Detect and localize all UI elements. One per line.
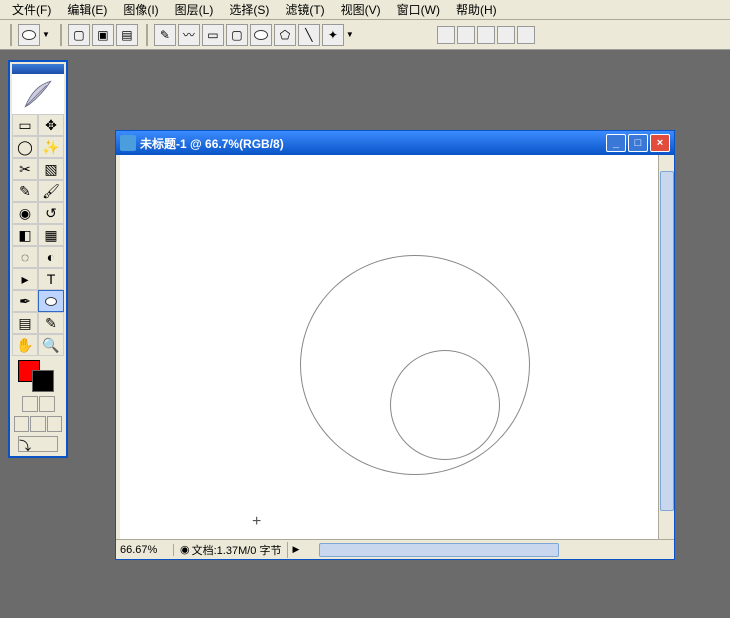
history-brush-tool[interactable]: ↺ bbox=[38, 202, 64, 224]
toolbox-logo bbox=[12, 74, 64, 114]
menu-filter[interactable]: 滤镜(T) bbox=[277, 0, 332, 20]
path-selection-tool[interactable]: ▸ bbox=[12, 268, 38, 290]
toolbox-panel: ▭ ✥ ◯ ✨ ✂ ▧ ✎ 🖌 ◉ ↺ ◧ ▦ ◌ ◐ ▸ T ✒ ▤ ✎ ✋ … bbox=[8, 60, 68, 458]
notes-tool[interactable]: ▤ bbox=[12, 312, 38, 334]
gradient-tool[interactable]: ▦ bbox=[38, 224, 64, 246]
horizontal-scrollbar[interactable] bbox=[303, 542, 674, 558]
slice-tool[interactable]: ▧ bbox=[38, 158, 64, 180]
document-titlebar[interactable]: 未标题-1 @ 66.7%(RGB/8) _ □ × bbox=[116, 131, 674, 155]
zoom-tool[interactable]: 🔍 bbox=[38, 334, 64, 356]
maximize-button[interactable]: □ bbox=[628, 134, 648, 152]
tool-grid: ▭ ✥ ◯ ✨ ✂ ▧ ✎ 🖌 ◉ ↺ ◧ ▦ ◌ ◐ ▸ T ✒ ▤ ✎ ✋ … bbox=[12, 114, 64, 356]
path-combine-modes bbox=[436, 26, 536, 44]
quick-mask-row bbox=[12, 394, 64, 414]
options-bar: ▼ ▢ ▣ ▤ ✎ 〰 ▭ ▢ ⬠ ╲ ✦ ▼ bbox=[0, 20, 730, 50]
close-button[interactable]: × bbox=[650, 134, 670, 152]
healing-brush-tool[interactable]: ✎ bbox=[12, 180, 38, 202]
clone-stamp-tool[interactable]: ◉ bbox=[12, 202, 38, 224]
document-title-text: 未标题-1 @ 66.7%(RGB/8) bbox=[140, 135, 284, 152]
current-tool-preset[interactable] bbox=[18, 24, 40, 46]
combine-add-icon[interactable] bbox=[437, 26, 455, 44]
status-bar: 66.67% ◉ 文档:1.37M/0 字节 ▶ bbox=[116, 539, 674, 559]
ellipse-icon bbox=[22, 30, 36, 40]
eyedropper-tool[interactable]: ✎ bbox=[38, 312, 64, 334]
type-tool[interactable]: T bbox=[38, 268, 64, 290]
brush-tool[interactable]: 🖌 bbox=[38, 180, 64, 202]
menu-view[interactable]: 视图(V) bbox=[333, 0, 389, 20]
magic-wand-tool[interactable]: ✨ bbox=[38, 136, 64, 158]
menu-bar: 文件(F) 编辑(E) 图像(I) 图层(L) 选择(S) 滤镜(T) 视图(V… bbox=[0, 0, 730, 20]
separator bbox=[146, 24, 148, 46]
grip-handle[interactable] bbox=[10, 24, 12, 46]
document-info[interactable]: ◉ 文档:1.37M/0 字节 bbox=[174, 542, 288, 558]
path-mode[interactable]: ▣ bbox=[92, 24, 114, 46]
combine-exclude-icon[interactable] bbox=[497, 26, 515, 44]
jump-to-imageready-button[interactable]: ⤵ bbox=[18, 436, 58, 452]
toolbox-titlebar[interactable] bbox=[12, 64, 64, 74]
freeform-pen-icon[interactable]: 〰 bbox=[178, 24, 200, 46]
screen-mode-full[interactable] bbox=[47, 416, 62, 432]
dodge-tool[interactable]: ◐ bbox=[38, 246, 64, 268]
window-buttons: _ □ × bbox=[606, 134, 670, 152]
menu-select[interactable]: 选择(S) bbox=[221, 0, 277, 20]
rect-shape-icon[interactable]: ▭ bbox=[202, 24, 224, 46]
jump-to-row: ⤵ bbox=[12, 434, 64, 454]
separator bbox=[60, 24, 62, 46]
quick-mask-mode-button[interactable] bbox=[39, 396, 55, 412]
minimize-button[interactable]: _ bbox=[606, 134, 626, 152]
color-swatches bbox=[12, 356, 64, 394]
menu-image[interactable]: 图像(I) bbox=[115, 0, 166, 20]
polygon-shape-icon[interactable]: ⬠ bbox=[274, 24, 296, 46]
rounded-rect-icon[interactable]: ▢ bbox=[226, 24, 248, 46]
vertical-scrollbar[interactable] bbox=[658, 155, 674, 539]
status-menu-arrow[interactable]: ▶ bbox=[288, 544, 303, 555]
horizontal-scrollbar-thumb[interactable] bbox=[319, 543, 559, 557]
fill-pixels-mode[interactable]: ▤ bbox=[116, 24, 138, 46]
combine-subtract-icon[interactable] bbox=[457, 26, 475, 44]
screen-mode-row bbox=[12, 414, 64, 434]
menu-edit[interactable]: 编辑(E) bbox=[59, 0, 115, 20]
tool-preset-dropdown[interactable]: ▼ bbox=[42, 30, 50, 39]
hand-tool[interactable]: ✋ bbox=[12, 334, 38, 356]
shape-options-dropdown[interactable]: ▼ bbox=[346, 30, 354, 39]
menu-help[interactable]: 帮助(H) bbox=[448, 0, 505, 20]
pen-tool[interactable]: ✒ bbox=[12, 290, 38, 312]
screen-mode-full-menubar[interactable] bbox=[30, 416, 45, 432]
doc-size-text: 文档:1.37M/0 字节 bbox=[192, 542, 282, 558]
crosshair-cursor-icon: + bbox=[252, 513, 261, 531]
rectangular-marquee-tool[interactable]: ▭ bbox=[12, 114, 38, 136]
lasso-tool[interactable]: ◯ bbox=[12, 136, 38, 158]
ellipse-shape-icon[interactable] bbox=[250, 24, 272, 46]
eraser-tool[interactable]: ◧ bbox=[12, 224, 38, 246]
combine-overlap-icon[interactable] bbox=[517, 26, 535, 44]
menu-layer[interactable]: 图层(L) bbox=[167, 0, 222, 20]
drawn-ellipse-small bbox=[390, 350, 500, 460]
doc-info-icon: ◉ bbox=[180, 543, 190, 556]
screen-mode-standard[interactable] bbox=[14, 416, 29, 432]
standard-mode-button[interactable] bbox=[22, 396, 38, 412]
document-window: 未标题-1 @ 66.7%(RGB/8) _ □ × + 66.67% ◉ 文档… bbox=[115, 130, 675, 560]
canvas[interactable]: + bbox=[120, 155, 658, 539]
crop-tool[interactable]: ✂ bbox=[12, 158, 38, 180]
ellipse-tool[interactable] bbox=[38, 290, 64, 312]
zoom-level[interactable]: 66.67% bbox=[116, 544, 174, 556]
feather-icon bbox=[21, 77, 55, 111]
vertical-scrollbar-thumb[interactable] bbox=[660, 171, 674, 511]
custom-shape-icon[interactable]: ✦ bbox=[322, 24, 344, 46]
shape-layer-mode[interactable]: ▢ bbox=[68, 24, 90, 46]
pen-shape-icon[interactable]: ✎ bbox=[154, 24, 176, 46]
blur-tool[interactable]: ◌ bbox=[12, 246, 38, 268]
menu-file[interactable]: 文件(F) bbox=[4, 0, 59, 20]
menu-window[interactable]: 窗口(W) bbox=[389, 0, 448, 20]
combine-intersect-icon[interactable] bbox=[477, 26, 495, 44]
document-icon bbox=[120, 135, 136, 151]
background-color[interactable] bbox=[32, 370, 54, 392]
move-tool[interactable]: ✥ bbox=[38, 114, 64, 136]
line-shape-icon[interactable]: ╲ bbox=[298, 24, 320, 46]
